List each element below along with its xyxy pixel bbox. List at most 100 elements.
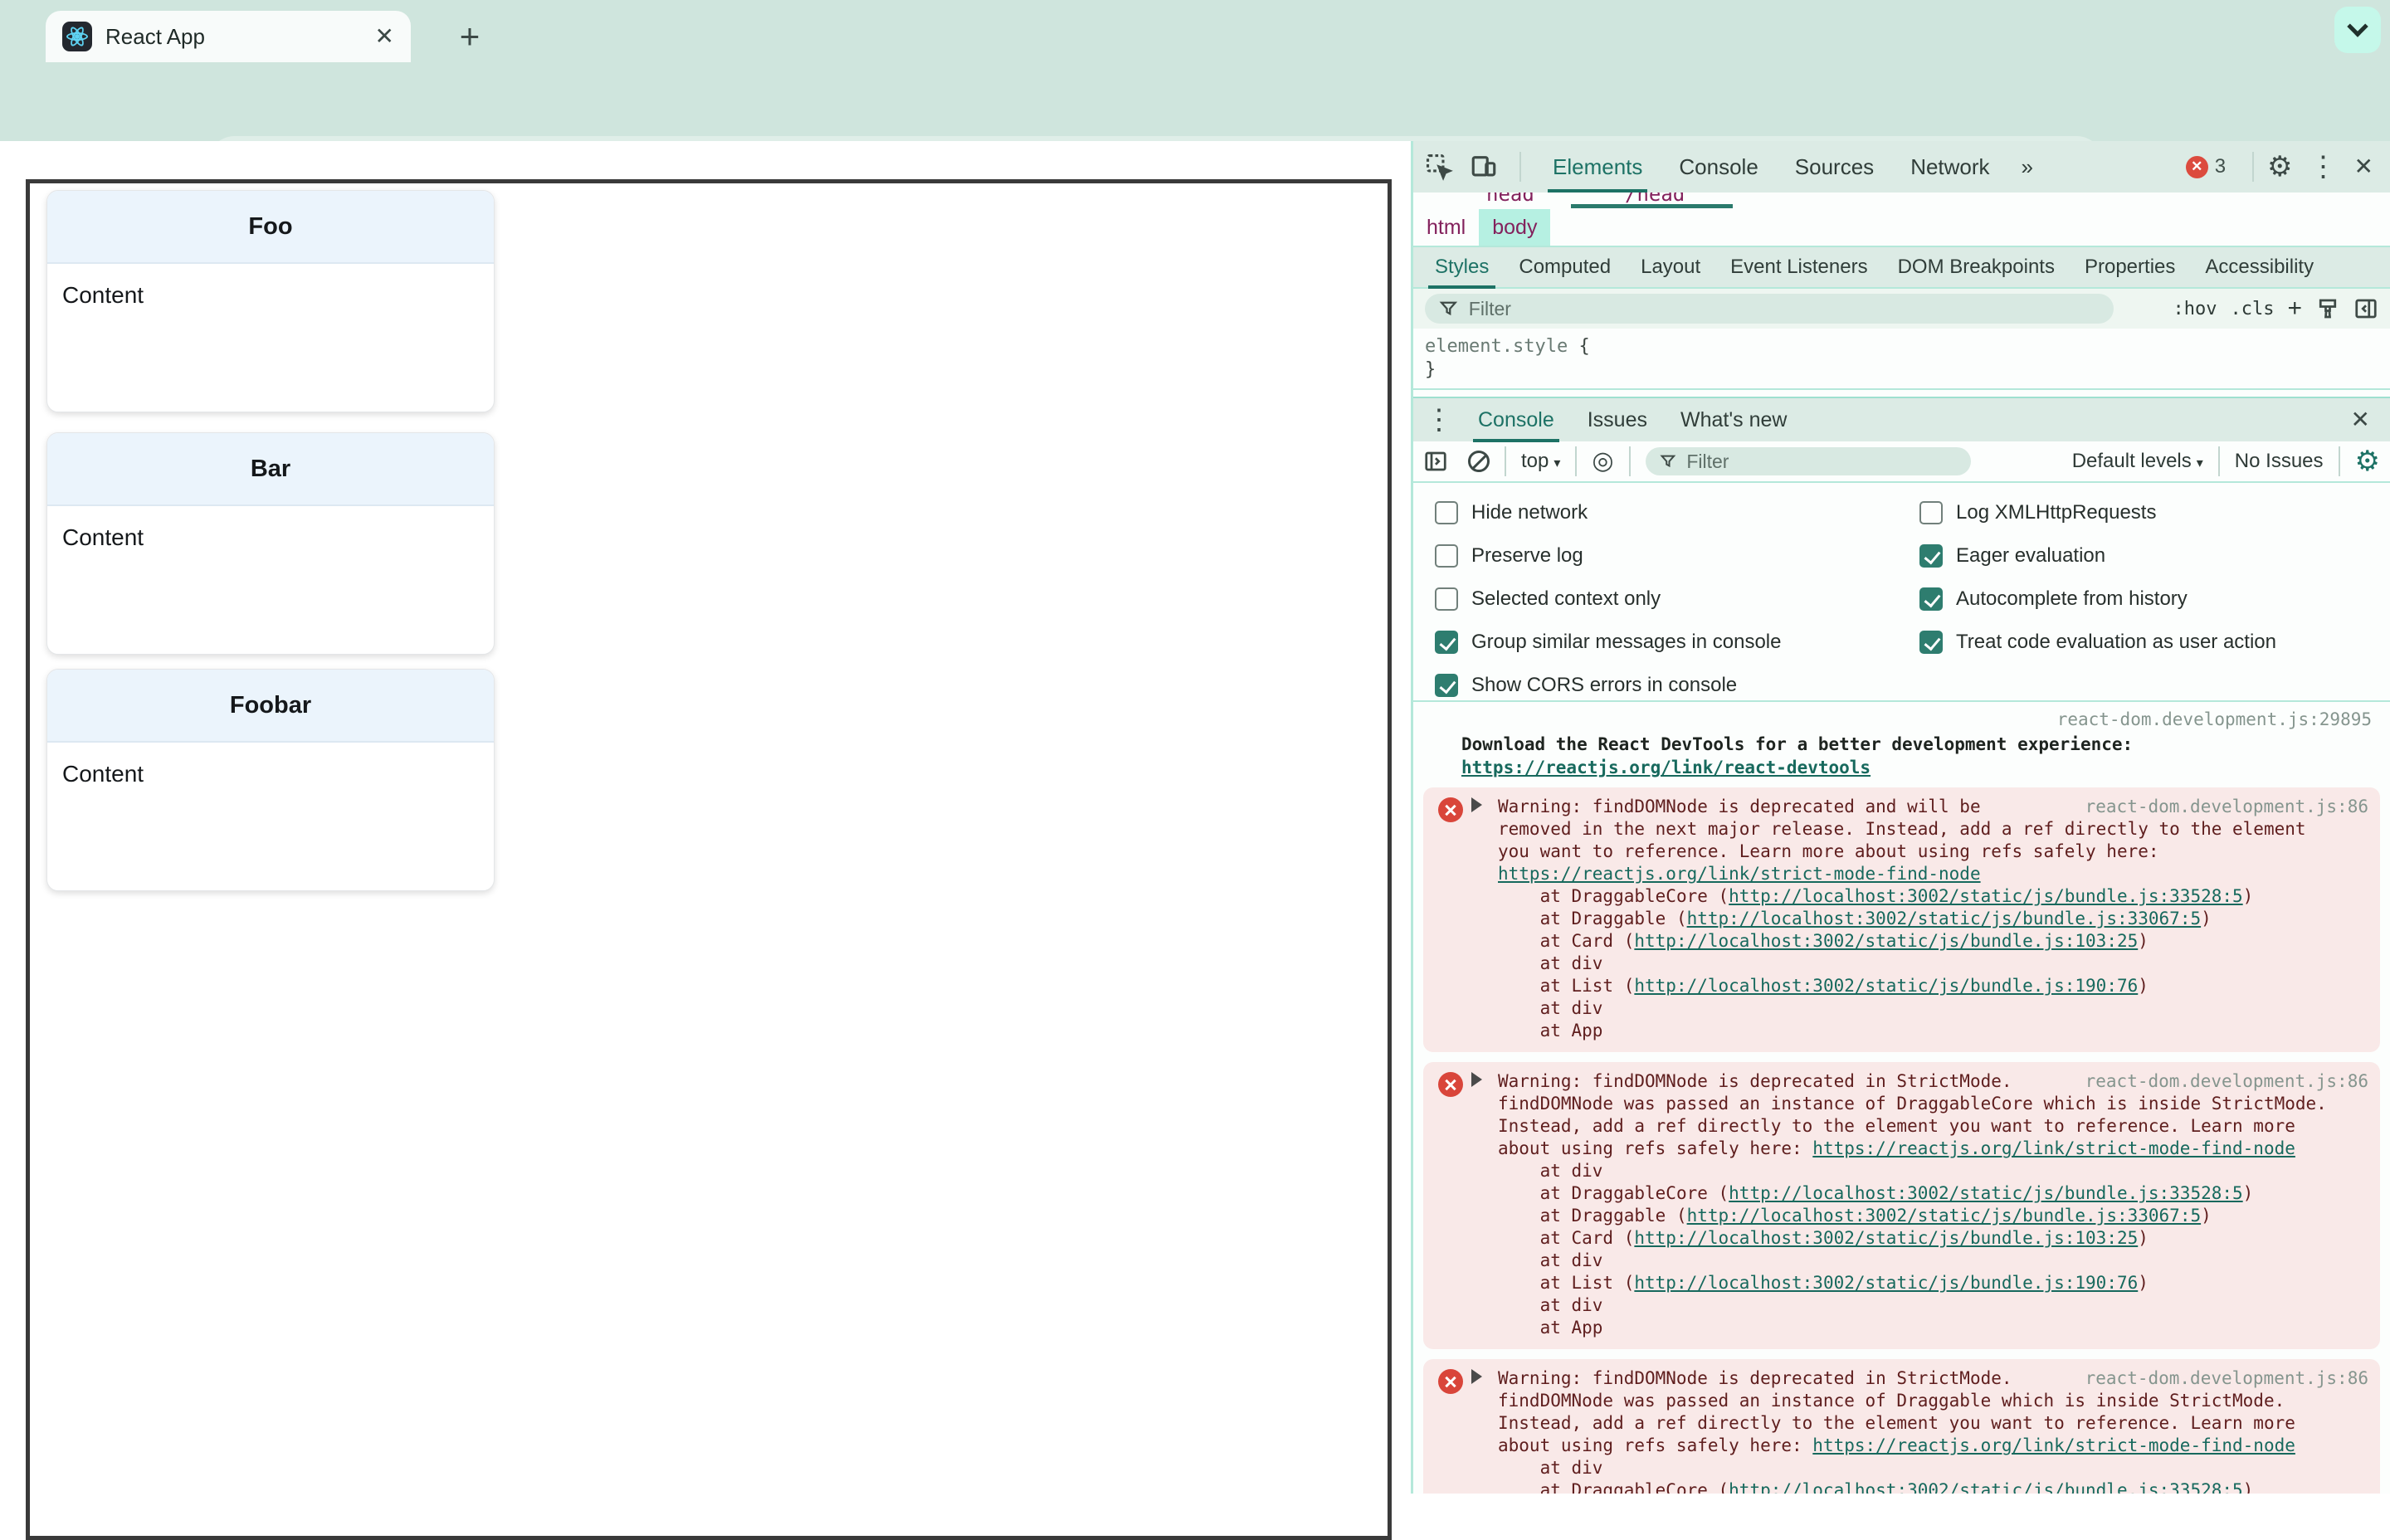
- app-card[interactable]: Bar Content: [46, 432, 495, 655]
- message-link[interactable]: http://localhost:3002/static/js/bundle.j…: [1634, 1228, 2138, 1248]
- device-toolbar-icon[interactable]: [1470, 153, 1498, 181]
- settings-option[interactable]: Selected context only: [1435, 578, 1919, 621]
- devtools-menu-icon[interactable]: ⋮: [2310, 150, 2338, 183]
- error-badge[interactable]: ✕ 3: [2185, 155, 2226, 178]
- console-sidebar-icon[interactable]: [1423, 449, 1448, 474]
- message-line: Instead, add a ref directly to the eleme…: [1498, 1116, 2295, 1136]
- message-line: https://reactjs.org/link/react-devtools: [1461, 756, 2372, 779]
- message-link[interactable]: https://reactjs.org/link/strict-mode-fin…: [1498, 864, 1981, 884]
- styles-tab-event-listeners[interactable]: Event Listeners: [1715, 246, 1882, 289]
- settings-option[interactable]: Preserve log: [1435, 534, 1919, 578]
- checkbox[interactable]: [1919, 501, 1943, 524]
- styles-filter-input[interactable]: [1468, 297, 2100, 320]
- message-link[interactable]: https://reactjs.org/link/strict-mode-fin…: [1812, 1435, 2295, 1455]
- breadcrumb-item-body[interactable]: body: [1479, 209, 1551, 246]
- console-log-message[interactable]: Download the React DevTools for a better…: [1413, 731, 2390, 787]
- settings-option[interactable]: Hide network: [1435, 491, 1919, 534]
- settings-option[interactable]: Autocomplete from history: [1919, 578, 2276, 621]
- breadcrumb-item-html[interactable]: html: [1413, 209, 1479, 246]
- console-error-message[interactable]: react-dom.development.js:86 Warning: find…: [1423, 1062, 2380, 1349]
- expand-arrow-icon[interactable]: [1471, 1369, 1482, 1384]
- checkbox-checked[interactable]: [1919, 544, 1943, 568]
- message-link[interactable]: http://localhost:3002/static/js/bundle.j…: [1729, 1183, 2243, 1203]
- checkbox[interactable]: [1435, 501, 1458, 524]
- checkbox[interactable]: [1435, 587, 1458, 611]
- message-source[interactable]: react-dom.development.js:86: [2085, 1367, 2368, 1390]
- more-tabs-button[interactable]: »: [2013, 154, 2041, 180]
- styles-tab-styles[interactable]: Styles: [1420, 246, 1504, 289]
- card-header[interactable]: Bar: [47, 433, 494, 506]
- styles-tab-computed[interactable]: Computed: [1504, 246, 1626, 289]
- console-filter[interactable]: [1645, 447, 1971, 475]
- checkbox-checked[interactable]: [1435, 631, 1458, 654]
- settings-option[interactable]: Group similar messages in console: [1435, 621, 1919, 664]
- paint-brush-icon[interactable]: [2315, 296, 2340, 321]
- browser-tab[interactable]: React App ✕: [46, 11, 411, 62]
- message-link[interactable]: https://reactjs.org/link/react-devtools: [1461, 758, 1871, 777]
- styles-tab-layout[interactable]: Layout: [1626, 246, 1715, 289]
- console-error-message[interactable]: react-dom.development.js:86 Warning: find…: [1423, 787, 2380, 1052]
- drawer-tab-console[interactable]: Console: [1461, 397, 1571, 442]
- message-line: at Draggable (http://localhost:3002/stat…: [1498, 1206, 2212, 1226]
- toggle-hov[interactable]: :hov: [2173, 299, 2217, 319]
- dom-node-head[interactable]: head: [1486, 192, 1534, 206]
- styles-tab-properties[interactable]: Properties: [2070, 246, 2190, 289]
- checkbox-checked[interactable]: [1919, 587, 1943, 611]
- sidebar-toggle-icon[interactable]: [2353, 296, 2378, 321]
- styles-tab-accessibility[interactable]: Accessibility: [2190, 246, 2329, 289]
- toggle-cls[interactable]: .cls: [2230, 299, 2274, 319]
- element-style-block[interactable]: element.style { }: [1413, 329, 2390, 390]
- checkbox[interactable]: [1435, 544, 1458, 568]
- new-style-rule-button[interactable]: +: [2287, 296, 2302, 321]
- issues-counter[interactable]: No Issues: [2235, 450, 2324, 473]
- devtools-settings-icon[interactable]: ⚙: [2267, 153, 2292, 181]
- styles-tab-dom-breakpoints[interactable]: DOM Breakpoints: [1883, 246, 2070, 289]
- settings-option[interactable]: Show CORS errors in console: [1435, 664, 1919, 707]
- checkbox-checked[interactable]: [1435, 674, 1458, 697]
- settings-option[interactable]: Treat code evaluation as user action: [1919, 621, 2276, 664]
- console-error-message[interactable]: react-dom.development.js:86 Warning: find…: [1423, 1359, 2380, 1494]
- expand-arrow-icon[interactable]: [1471, 797, 1482, 812]
- tab-console[interactable]: Console: [1661, 141, 1776, 192]
- message-source[interactable]: react-dom.development.js:29895: [1413, 709, 2390, 731]
- settings-option[interactable]: Eager evaluation: [1919, 534, 2276, 578]
- message-link[interactable]: https://reactjs.org/link/strict-mode-fin…: [1812, 1138, 2295, 1158]
- message-link[interactable]: http://localhost:3002/static/js/bundle.j…: [1634, 931, 2138, 951]
- inspect-element-icon[interactable]: [1425, 153, 1453, 181]
- page-viewport: Foo Content Bar Content Foobar Content: [0, 141, 1411, 1540]
- tab-close-icon[interactable]: ✕: [375, 25, 394, 48]
- devtools-close-icon[interactable]: ✕: [2354, 155, 2373, 178]
- tab-search-button[interactable]: [2334, 7, 2381, 53]
- message-link[interactable]: http://localhost:3002/static/js/bundle.j…: [1729, 886, 2243, 906]
- message-link[interactable]: http://localhost:3002/static/js/bundle.j…: [1687, 1206, 2202, 1226]
- drawer-menu-icon[interactable]: ⋮: [1425, 403, 1453, 436]
- tab-elements[interactable]: Elements: [1534, 141, 1661, 192]
- tab-sources[interactable]: Sources: [1777, 141, 1892, 192]
- card-header[interactable]: Foo: [47, 191, 494, 264]
- console-settings-icon[interactable]: ⚙: [2355, 447, 2380, 475]
- styles-filter[interactable]: [1425, 294, 2114, 324]
- console-filter-input[interactable]: [1686, 450, 1958, 473]
- checkbox-checked[interactable]: [1919, 631, 1943, 654]
- message-source[interactable]: react-dom.development.js:86: [2085, 796, 2368, 818]
- drawer-tab-issues[interactable]: Issues: [1571, 397, 1664, 442]
- message-link[interactable]: http://localhost:3002/static/js/bundle.j…: [1729, 1480, 2243, 1494]
- card-header[interactable]: Foobar: [47, 670, 494, 743]
- drawer-close-icon[interactable]: ✕: [2351, 408, 2370, 431]
- log-levels-dropdown[interactable]: Default levels ▾: [2072, 450, 2203, 473]
- tab-network[interactable]: Network: [1892, 141, 2007, 192]
- message-link[interactable]: http://localhost:3002/static/js/bundle.j…: [1634, 976, 2138, 996]
- message-link[interactable]: http://localhost:3002/static/js/bundle.j…: [1687, 909, 2202, 928]
- message-link[interactable]: http://localhost:3002/static/js/bundle.j…: [1634, 1273, 2138, 1293]
- new-tab-button[interactable]: +: [448, 15, 491, 58]
- app-card[interactable]: Foobar Content: [46, 669, 495, 891]
- live-expression-icon[interactable]: ◎: [1592, 449, 1613, 474]
- drawer-tab-what-s-new[interactable]: What's new: [1664, 397, 1803, 442]
- context-selector[interactable]: top ▾: [1521, 450, 1560, 473]
- message-line: at div: [1498, 998, 1603, 1018]
- clear-console-icon[interactable]: [1468, 451, 1490, 472]
- settings-option[interactable]: Log XMLHttpRequests: [1919, 491, 2276, 534]
- message-source[interactable]: react-dom.development.js:86: [2085, 1070, 2368, 1093]
- app-card[interactable]: Foo Content: [46, 190, 495, 412]
- expand-arrow-icon[interactable]: [1471, 1072, 1482, 1087]
